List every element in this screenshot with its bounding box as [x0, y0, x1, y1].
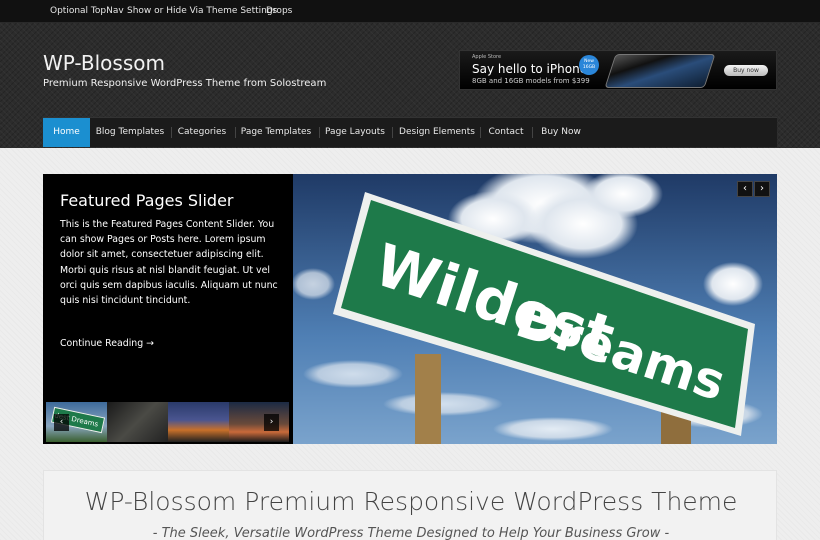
iphone-image	[604, 54, 716, 88]
thumbnail-3[interactable]	[168, 402, 229, 442]
intro-title: WP-Blossom Premium Responsive WordPress …	[84, 487, 738, 516]
thumbnail-4[interactable]	[229, 402, 289, 442]
site-title[interactable]: WP-Blossom	[43, 51, 165, 75]
featured-slider: Featured Pages Slider This is the Featur…	[43, 174, 777, 444]
continue-reading-link[interactable]: Continue Reading →	[60, 338, 154, 349]
site-description: Premium Responsive WordPress Theme from …	[43, 78, 327, 89]
ad-headline: Say hello to iPhone.	[472, 62, 591, 76]
nav-item-blog-templates[interactable]: Blog Templates	[92, 118, 168, 147]
nav-separator	[532, 127, 533, 138]
slider-prev-button[interactable]: ‹	[737, 181, 753, 197]
ad-badge: New 16GB	[579, 55, 599, 75]
main-nav: Home Blog Templates Categories Page Temp…	[43, 117, 777, 147]
nav-separator	[235, 127, 236, 138]
nav-separator	[319, 127, 320, 138]
top-nav: Optional TopNav Show or Hide Via Theme S…	[0, 0, 820, 23]
topnav-item-show-hide[interactable]: Show or Hide Via Theme Settings	[127, 6, 277, 16]
topnav-item-optional[interactable]: Optional TopNav	[50, 6, 124, 16]
nav-item-design-elements[interactable]: Design Elements	[397, 118, 477, 147]
intro-subtitle: - The Sleek, Versatile WordPress Theme D…	[152, 526, 670, 540]
nav-item-home[interactable]: Home	[43, 118, 90, 147]
ad-brand: Apple Store	[472, 54, 502, 60]
wildest-dreams-sign-image: Wildest Dreams	[293, 174, 777, 444]
ad-subline: 8GB and 16GB models from $399	[472, 77, 590, 85]
intro-section: WP-Blossom Premium Responsive WordPress …	[43, 470, 777, 540]
nav-item-page-layouts[interactable]: Page Layouts	[324, 118, 386, 147]
nav-item-buy-now[interactable]: Buy Now	[537, 118, 585, 147]
thumbnail-prev-arrow[interactable]: ‹	[54, 414, 69, 431]
ad-buy-now-button[interactable]: Buy now	[724, 65, 768, 76]
slider-caption-panel: Featured Pages Slider This is the Featur…	[43, 174, 293, 444]
nav-item-page-templates[interactable]: Page Templates	[240, 118, 312, 147]
slider-next-button[interactable]: ›	[754, 181, 770, 197]
nav-separator	[171, 127, 172, 138]
thumbnail-2[interactable]	[107, 402, 168, 442]
slider-text: This is the Featured Pages Content Slide…	[60, 219, 278, 307]
header-ad-banner[interactable]: Apple Store Say hello to iPhone. 8GB and…	[459, 50, 777, 90]
nav-separator	[392, 127, 393, 138]
topnav-item-drops[interactable]: Drops	[266, 6, 292, 16]
slider-image[interactable]: Wildest Dreams ‹ ›	[293, 174, 777, 444]
slider-title[interactable]: Featured Pages Slider	[60, 191, 233, 210]
thumbnail-next-arrow[interactable]: ›	[264, 414, 279, 431]
nav-item-categories[interactable]: Categories	[175, 118, 229, 147]
slider-thumbnails: dest Dreams ‹ ›	[46, 402, 289, 442]
nav-separator	[480, 127, 481, 138]
nav-item-contact[interactable]: Contact	[485, 118, 527, 147]
